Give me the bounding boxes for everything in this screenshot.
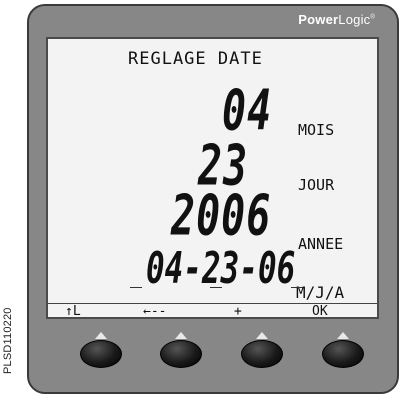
softkey-button-1[interactable] (80, 332, 122, 368)
lcd-display: REGLAGE DATE 04 MOIS 23 JOUR 2006 ANNEE … (46, 37, 379, 319)
softkey-labels: ↑L ←-- + OK (48, 303, 377, 319)
registered-mark: ® (370, 14, 375, 21)
figure-reference-code: PLSD110220 (2, 307, 14, 374)
softkey-up-label: ↑L (65, 304, 81, 319)
brand-logic: Logic (338, 12, 371, 27)
softkey-button-3[interactable] (241, 332, 283, 368)
key-separator-mark (291, 287, 303, 288)
softkey-button-4[interactable] (322, 332, 364, 368)
date-format-label: M/J/A (296, 283, 345, 302)
screen-title: REGLAGE DATE (128, 49, 263, 69)
power-meter-bezel: PowerLogic® REGLAGE DATE 04 MOIS 23 JOUR… (27, 4, 399, 394)
year-label: ANNEE (298, 235, 344, 253)
brand-power: Power (298, 12, 339, 27)
softkey-plus-label: + (234, 304, 242, 319)
key-separator-mark (130, 287, 142, 288)
softkey-ok-label: OK (312, 304, 328, 319)
day-label: JOUR (298, 176, 335, 194)
brand-logo: PowerLogic® (298, 12, 375, 27)
softkey-left-label: ←-- (143, 304, 167, 319)
year-value: 2006 (171, 184, 272, 249)
key-separator-mark (210, 287, 222, 288)
softkey-button-2[interactable] (160, 332, 202, 368)
month-label: MOIS (298, 121, 335, 139)
